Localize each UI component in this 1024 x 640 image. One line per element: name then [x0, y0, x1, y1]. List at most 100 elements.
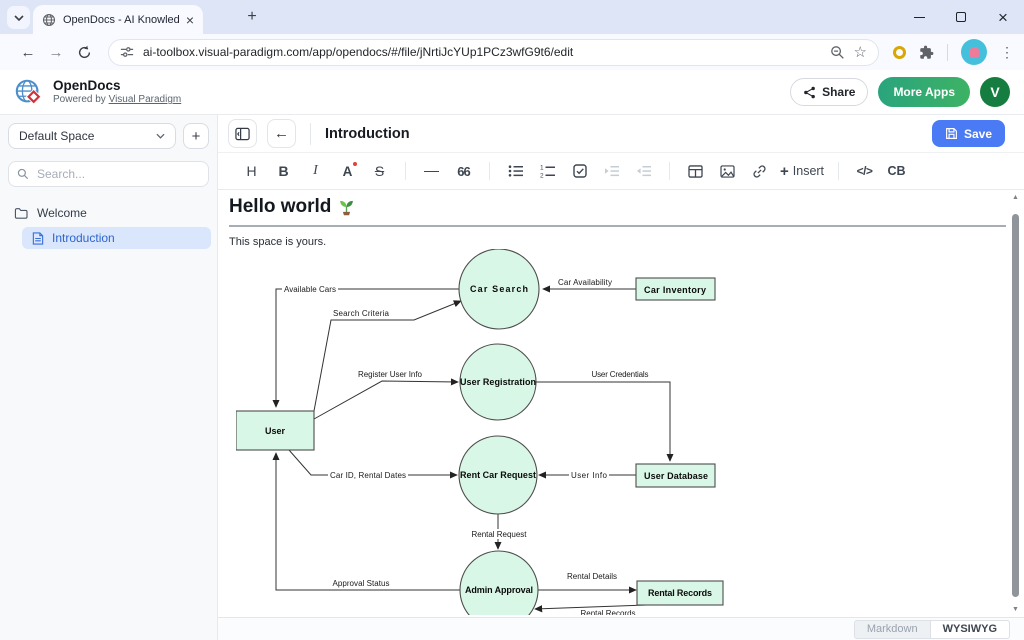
- wysiwyg-mode-button[interactable]: WYSIWYG: [931, 620, 1010, 639]
- doc-header: ← Introduction Save: [218, 115, 1024, 152]
- site-settings-icon[interactable]: [120, 45, 134, 59]
- folder-label: Welcome: [37, 206, 87, 220]
- browser-menu-icon[interactable]: ⋮: [1000, 44, 1014, 61]
- page-title: Introduction: [325, 126, 410, 142]
- search-icon: [17, 168, 29, 180]
- horizontal-rule-button[interactable]: [420, 158, 443, 184]
- tab-title: OpenDocs - AI Knowledge Base: [63, 14, 179, 26]
- opendocs-logo-icon: [14, 77, 44, 107]
- insert-button[interactable]: + Insert: [780, 158, 824, 184]
- svg-text:2: 2: [540, 173, 544, 179]
- flow-label: User Credentials: [592, 370, 649, 379]
- scroll-up-icon[interactable]: ▲: [1009, 194, 1022, 201]
- profile-glyph-icon: [969, 47, 980, 58]
- divider: [947, 44, 948, 61]
- editor-toolbar: H B I A S 66 12: [218, 152, 1024, 190]
- flow-label: Available Cars: [284, 285, 336, 294]
- plus-icon: +: [780, 163, 789, 180]
- browser-actions: ⋮: [889, 39, 1014, 65]
- entity-label: User Database: [644, 471, 708, 481]
- save-icon: [945, 127, 958, 140]
- outdent-button[interactable]: [632, 158, 655, 184]
- new-tab-button[interactable]: +: [240, 5, 264, 29]
- checklist-button[interactable]: [568, 158, 591, 184]
- toggle-sidebar-button[interactable]: [228, 119, 257, 148]
- share-icon: [803, 86, 816, 99]
- indent-button[interactable]: [600, 158, 623, 184]
- table-icon: [688, 165, 703, 178]
- extension-ring-icon[interactable]: [893, 46, 906, 59]
- app-title: OpenDocs: [53, 78, 181, 94]
- page-tree: Welcome Introduction: [0, 193, 217, 249]
- sidebar-item-welcome[interactable]: Welcome: [0, 201, 217, 225]
- flow-label: Rental Records: [581, 609, 636, 615]
- maximize-icon: [956, 12, 966, 22]
- search-input[interactable]: [35, 166, 200, 182]
- scrollbar-thumb[interactable]: [1012, 214, 1019, 597]
- maximize-button[interactable]: [940, 0, 982, 34]
- visual-paradigm-link[interactable]: Visual Paradigm: [109, 94, 182, 105]
- back-button[interactable]: ←: [14, 38, 42, 66]
- browser-tab[interactable]: OpenDocs - AI Knowledge Base ×: [33, 5, 203, 34]
- scroll-down-icon[interactable]: ▼: [1009, 606, 1022, 613]
- process-label: Admin Approval: [465, 585, 533, 595]
- browser-profile-avatar[interactable]: [961, 39, 987, 65]
- doc-paragraph[interactable]: This space is yours.: [229, 236, 1006, 248]
- image-icon: [720, 165, 735, 178]
- editor-canvas[interactable]: Hello world This space is yours.: [218, 190, 1024, 617]
- add-space-button[interactable]: +: [183, 123, 209, 149]
- close-button[interactable]: ×: [982, 0, 1024, 34]
- link-button[interactable]: [748, 158, 771, 184]
- numbered-list-button[interactable]: 12: [536, 158, 559, 184]
- document-icon: [32, 232, 44, 245]
- back-page-button[interactable]: ←: [267, 119, 296, 148]
- data-flow-diagram[interactable]: Car Search User Registration Rent Car Re…: [236, 249, 1009, 615]
- space-selector[interactable]: Default Space: [8, 123, 176, 149]
- italic-button[interactable]: I: [304, 158, 327, 184]
- save-button[interactable]: Save: [932, 120, 1005, 147]
- numbered-list-icon: 12: [540, 164, 556, 178]
- url-text[interactable]: ai-toolbox.visual-paradigm.com/app/opend…: [143, 45, 821, 59]
- divider: [838, 162, 839, 180]
- minimize-button[interactable]: [898, 0, 940, 34]
- markdown-mode-button[interactable]: Markdown: [854, 620, 931, 639]
- divider: [405, 162, 406, 180]
- address-bar[interactable]: ai-toolbox.visual-paradigm.com/app/opend…: [108, 39, 879, 66]
- editor-scrollbar[interactable]: ▲ ▼: [1009, 192, 1022, 615]
- more-apps-button[interactable]: More Apps: [878, 77, 970, 107]
- browser-toolbar: ← → ai-toolbox.visual-paradigm.com/app/o…: [0, 34, 1024, 70]
- tab-search-button[interactable]: [7, 6, 30, 29]
- forward-button[interactable]: →: [42, 38, 70, 66]
- tab-strip: OpenDocs - AI Knowledge Base × + ×: [0, 0, 1024, 34]
- strikethrough-button[interactable]: S: [368, 158, 391, 184]
- tab-close-icon[interactable]: ×: [186, 13, 194, 27]
- bookmark-star-icon[interactable]: ☆: [854, 43, 867, 61]
- search-box[interactable]: [8, 161, 209, 187]
- text-color-button[interactable]: A: [336, 158, 359, 184]
- blockquote-button[interactable]: 66: [452, 158, 475, 184]
- divider: [669, 162, 670, 180]
- share-button[interactable]: Share: [790, 78, 868, 106]
- reload-button[interactable]: [70, 38, 98, 66]
- image-button[interactable]: [716, 158, 739, 184]
- bullet-list-button[interactable]: [504, 158, 527, 184]
- sidebar-item-introduction[interactable]: Introduction: [22, 227, 211, 249]
- flow-label: Car ID, Rental Dates: [330, 471, 406, 480]
- user-avatar[interactable]: V: [980, 77, 1010, 107]
- doc-heading[interactable]: Hello world: [229, 196, 1006, 227]
- inline-code-button[interactable]: </>: [853, 158, 876, 184]
- bold-button[interactable]: B: [272, 158, 295, 184]
- divider: [310, 123, 311, 145]
- code-block-button[interactable]: CB: [885, 158, 908, 184]
- extensions-puzzle-icon[interactable]: [919, 45, 934, 60]
- folder-icon: [14, 207, 28, 219]
- bullet-list-icon: [508, 164, 524, 178]
- process-label: User Registration: [460, 377, 536, 387]
- checklist-icon: [573, 164, 587, 178]
- zoom-out-icon[interactable]: [830, 45, 845, 60]
- divider: [489, 162, 490, 180]
- panel-left-icon: [235, 127, 250, 141]
- svg-text:1: 1: [540, 165, 544, 172]
- heading-button[interactable]: H: [240, 158, 263, 184]
- table-button[interactable]: [684, 158, 707, 184]
